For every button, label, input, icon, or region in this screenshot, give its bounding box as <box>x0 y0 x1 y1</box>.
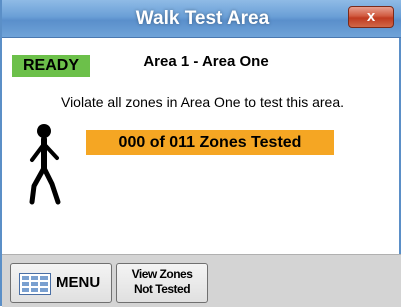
close-icon: x <box>366 8 376 25</box>
zones-tested-progress: 000 of 011 Zones Tested <box>86 130 334 155</box>
menu-button[interactable]: MENU <box>10 263 112 303</box>
walk-test-window: Walk Test Area x READY Area 1 - Area One… <box>0 0 401 307</box>
walking-person-icon <box>29 124 61 205</box>
status-badge: READY <box>12 55 90 77</box>
title-bar: Walk Test Area x <box>2 0 401 38</box>
view-zones-label-line2: Not Tested <box>133 282 191 296</box>
area-title: Area 1 - Area One <box>143 53 269 70</box>
close-button[interactable]: x <box>348 6 394 28</box>
instruction-text: Violate all zones in Area One to test th… <box>60 94 345 110</box>
view-zones-not-tested-button[interactable]: View Zones Not Tested <box>116 263 208 303</box>
view-zones-label-line1: View Zones <box>131 267 193 281</box>
menu-button-label: MENU <box>56 274 101 291</box>
keypad-menu-icon <box>19 273 51 295</box>
window-title: Walk Test Area <box>135 8 270 29</box>
